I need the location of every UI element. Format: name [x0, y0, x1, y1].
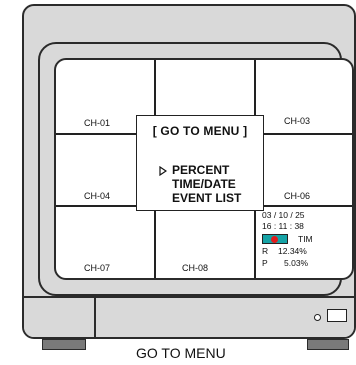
- status-readout: 03 / 10 / 25 16 : 11 : 38 TIM R 12.34% P…: [262, 210, 322, 278]
- status-time: 16 : 11 : 38: [262, 221, 304, 231]
- monitor-bezel: CH-01 CH-03 CH-04 CH-06 CH-07 CH-08 [ GO…: [38, 42, 354, 296]
- figure-caption: GO TO MENU: [136, 345, 226, 361]
- channel-label-01: CH-01: [84, 118, 111, 128]
- status-r-label: R: [262, 246, 269, 256]
- menu-title: [ GO TO MENU ]: [152, 124, 248, 138]
- status-mode: TIM: [298, 234, 313, 244]
- status-r-value: 12.34%: [278, 246, 307, 256]
- channel-label-07: CH-07: [84, 263, 111, 273]
- go-to-menu-box: [ GO TO MENU ] PERCENT TIME/DATE EVENT L…: [136, 115, 264, 211]
- monitor-screen: CH-01 CH-03 CH-04 CH-06 CH-07 CH-08 [ GO…: [54, 58, 354, 280]
- channel-label-04: CH-04: [84, 191, 111, 201]
- channel-label-08: CH-08: [182, 263, 209, 273]
- right-foot: [307, 339, 349, 350]
- status-date: 03 / 10 / 25: [262, 210, 305, 220]
- power-led-icon: [314, 314, 321, 321]
- base-divider: [94, 298, 96, 337]
- left-foot: [42, 339, 86, 350]
- status-p-value: 5.03%: [284, 258, 309, 268]
- monitor-body: CH-01 CH-03 CH-04 CH-06 CH-07 CH-08 [ GO…: [22, 4, 356, 339]
- status-p-label: P: [262, 258, 268, 268]
- channel-label-03: CH-03: [284, 116, 311, 126]
- disk-slot-icon[interactable]: [327, 309, 347, 322]
- record-dot-icon: [271, 236, 278, 243]
- menu-item-event-list[interactable]: EVENT LIST: [172, 191, 241, 205]
- menu-item-percent[interactable]: PERCENT: [172, 163, 229, 177]
- monitor-base-panel: [24, 296, 354, 337]
- cursor-triangle-icon: [159, 166, 167, 176]
- channel-label-06: CH-06: [284, 191, 311, 201]
- record-indicator-icon: [262, 234, 288, 244]
- menu-item-time-date[interactable]: TIME/DATE: [172, 177, 236, 191]
